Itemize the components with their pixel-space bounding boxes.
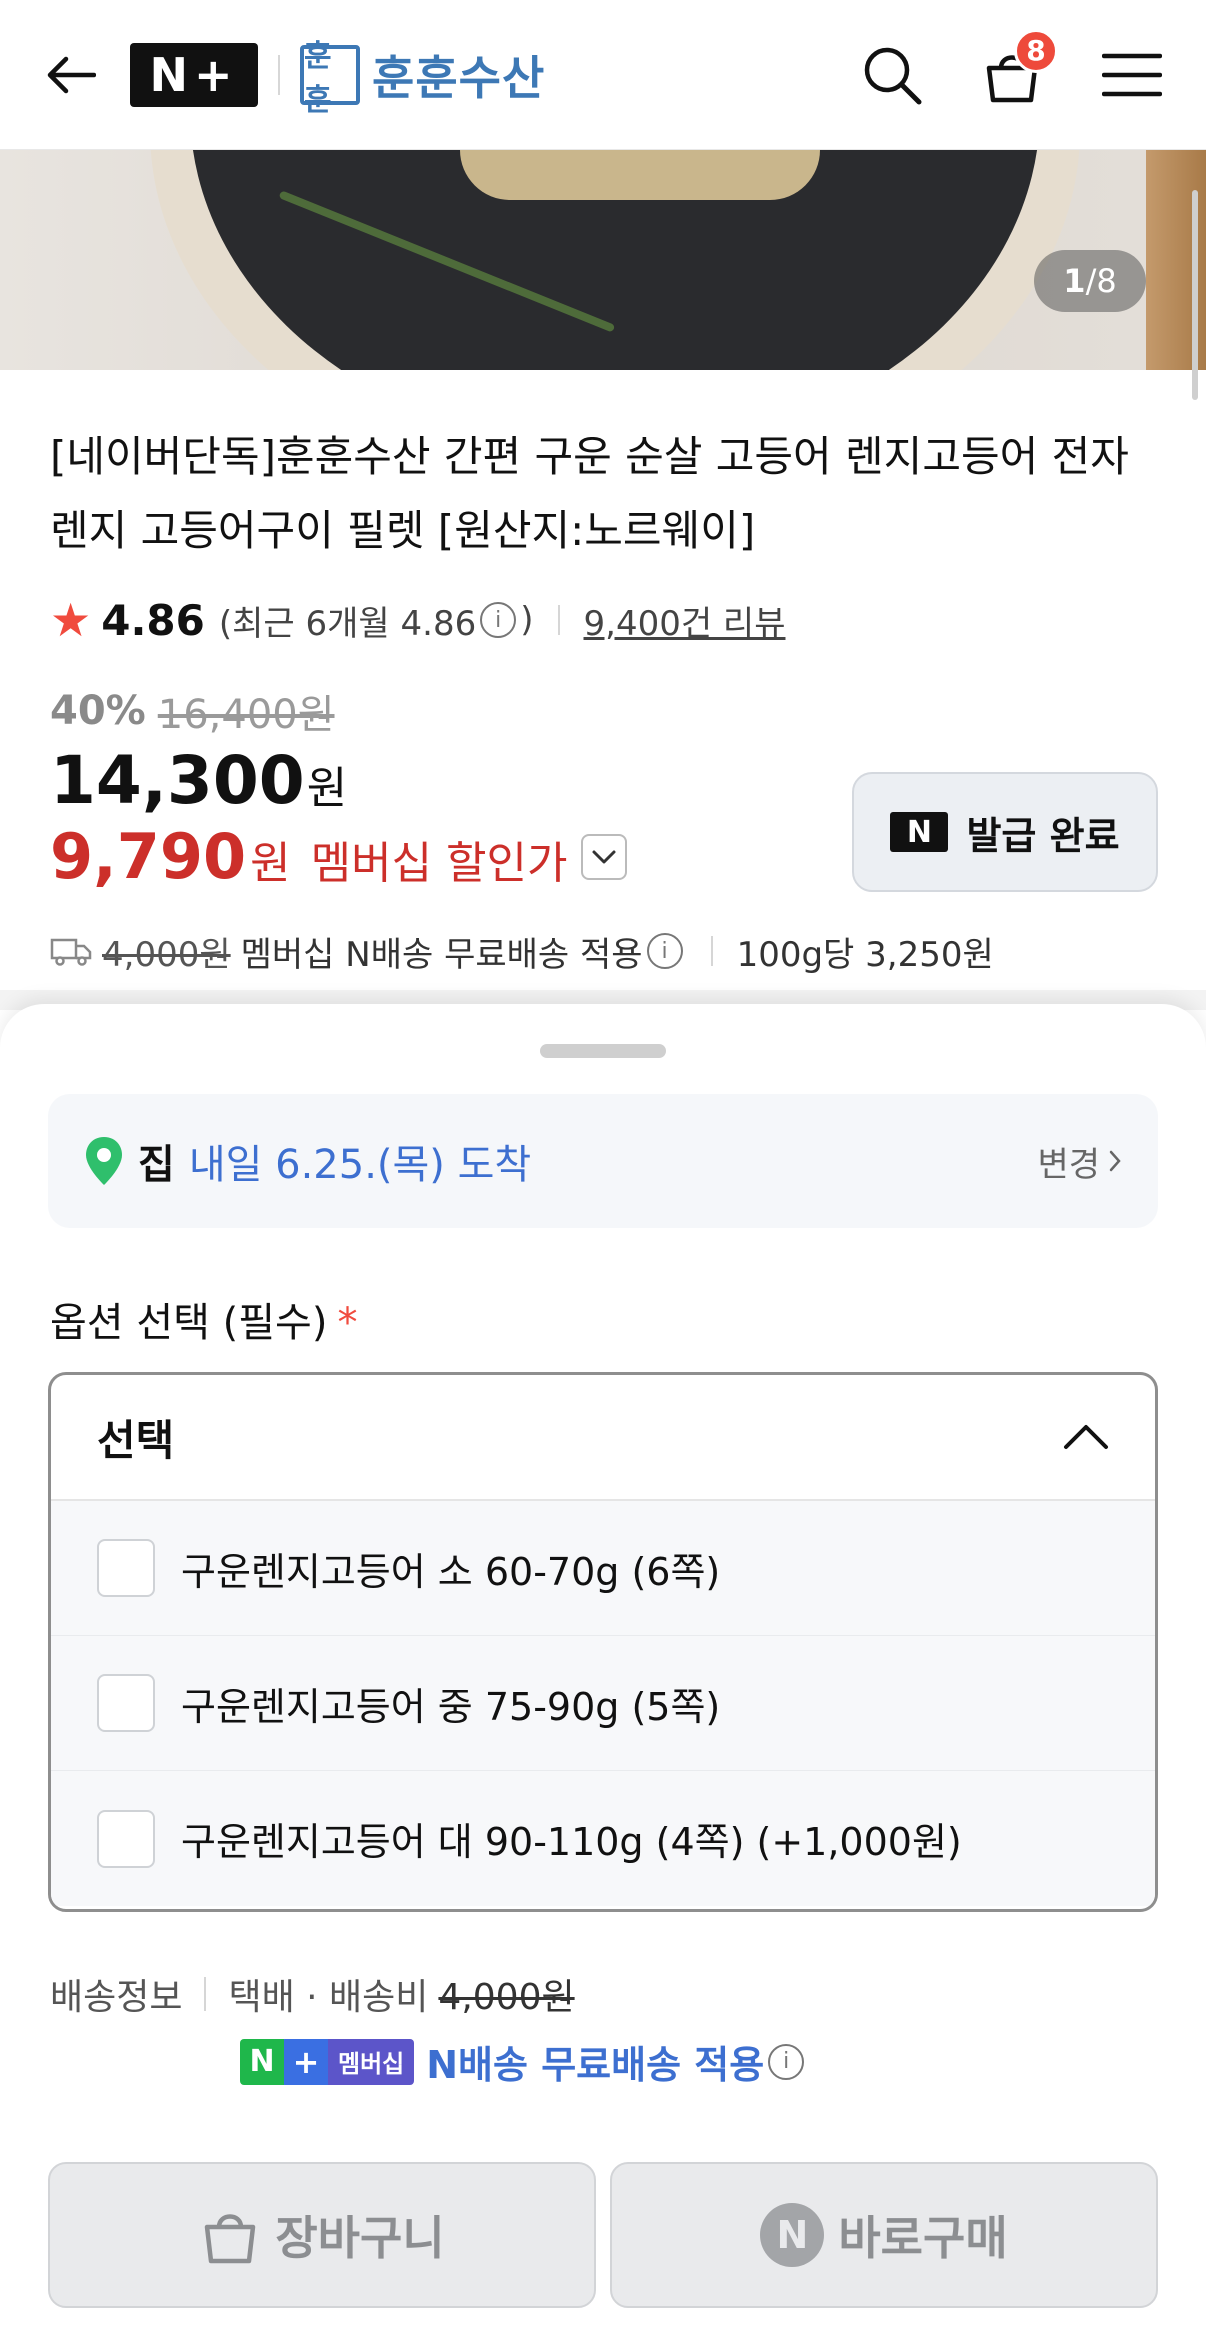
add-to-cart-label: 장바구니 xyxy=(275,2211,445,2265)
option-checkbox[interactable] xyxy=(97,1809,155,1868)
coupon-button-label: 발급 완료 xyxy=(966,813,1120,858)
hamburger-menu-icon xyxy=(1102,53,1162,96)
option-label-text: 옵션 선택 (필수) xyxy=(50,1300,328,1346)
member-price-expand-button[interactable] xyxy=(581,833,628,880)
shipping-summary: 4,000원 멤버십 N배송 무료배송 적용 i 100g당 3,250원 xyxy=(50,920,994,982)
product-image-carousel[interactable]: 1 /8 xyxy=(0,150,1206,370)
recent-rating: (최근 6개월 4.86 xyxy=(218,603,477,644)
arrow-left-icon xyxy=(47,56,96,93)
brand-logo: 훈훈 xyxy=(300,39,360,118)
delivery-address-name: 집 xyxy=(138,1142,175,1188)
shipping-fee-strike: 4,000원 xyxy=(102,934,231,975)
brand-name: 훈훈수산 xyxy=(372,50,546,105)
info-icon[interactable]: i xyxy=(480,602,517,638)
option-section-label: 옵션 선택 (필수) * xyxy=(50,1290,357,1348)
shopping-bag-icon xyxy=(205,2214,256,2264)
sheet-drag-handle[interactable] xyxy=(540,1044,666,1058)
purchase-actions: 장바구니 N 바로구매 xyxy=(48,2162,1158,2308)
option-list: 구운렌지고등어 소 60-70g (6쪽) 구운렌지고등어 중 75-90g (… xyxy=(51,1501,1155,1906)
top-header: N+ 훈훈 훈훈수산 8 xyxy=(0,0,1206,150)
shipping-fee-original: 4,000원 xyxy=(438,1977,575,2018)
unit-price: 100g당 3,250원 xyxy=(736,934,994,975)
shipping-info-row: 배송정보 택배 · 배송비 4,000원 xyxy=(50,1968,575,2020)
search-icon xyxy=(864,47,922,104)
review-link[interactable]: 9,400건 리뷰 xyxy=(584,596,786,645)
nplus-logo[interactable]: N+ xyxy=(130,42,258,107)
rating-divider xyxy=(557,605,560,635)
option-select-value: 선택 xyxy=(97,1415,175,1465)
buy-now-button[interactable]: N 바로구매 xyxy=(610,2162,1158,2308)
required-mark: * xyxy=(337,1300,358,1346)
sale-price-unit: 원 xyxy=(306,763,348,814)
buy-now-label: 바로구매 xyxy=(838,2211,1008,2265)
recent-rating-close: ) xyxy=(520,600,534,640)
info-icon[interactable]: i xyxy=(768,2043,805,2080)
discount-row: 40% 16,400원 xyxy=(50,682,335,740)
shipping-free-text: 멤버십 N배송 무료배송 적용 xyxy=(240,934,643,975)
cart-count-badge: 8 xyxy=(1014,28,1058,73)
delivery-change-label: 변경 xyxy=(1037,1144,1100,1185)
truck-icon xyxy=(50,938,92,966)
menu-button[interactable] xyxy=(1100,43,1164,107)
option-item-medium[interactable]: 구운렌지고등어 중 75-90g (5쪽) xyxy=(51,1636,1155,1771)
star-icon: ★ xyxy=(50,593,92,647)
cart-button[interactable]: 8 xyxy=(980,28,1058,107)
back-button[interactable] xyxy=(42,47,98,103)
member-price-value: 9,790 xyxy=(50,820,247,893)
fish-graphic xyxy=(460,150,820,200)
add-to-cart-button[interactable]: 장바구니 xyxy=(48,2162,596,2308)
page-scrollbar[interactable] xyxy=(1192,190,1198,400)
sale-price-value: 14,300 xyxy=(50,742,305,819)
option-checkbox[interactable] xyxy=(97,1674,155,1732)
nplus-free-shipping: N + 멤버십 N배송 무료배송 적용 i xyxy=(240,2034,808,2089)
brand-store-link[interactable]: 훈훈 훈훈수산 xyxy=(300,39,546,118)
shipping-info-label: 배송정보 xyxy=(50,1977,183,2018)
coupon-issued-button[interactable]: N 발급 완료 xyxy=(852,772,1158,892)
shipping-info-divider xyxy=(204,1977,207,2011)
delivery-date: 내일 6.25.(목) 도착 xyxy=(188,1142,532,1188)
member-price: 9,790 원 멤버십 할인가 xyxy=(50,820,628,893)
np-tag-member: 멤버십 xyxy=(328,2038,415,2085)
delivery-estimate: 집 내일 6.25.(목) 도착 변경 xyxy=(48,1094,1158,1228)
option-item-small[interactable]: 구운렌지고등어 소 60-70g (6쪽) xyxy=(51,1501,1155,1636)
nplus-membership-badge: N + 멤버십 xyxy=(240,2038,415,2085)
image-counter: 1 /8 xyxy=(1034,250,1146,312)
member-price-label: 멤버십 할인가 xyxy=(310,838,568,889)
sale-price: 14,300 원 xyxy=(50,742,347,819)
delivery-change-button[interactable]: 변경 xyxy=(1037,1137,1122,1186)
shipping-divider xyxy=(710,936,713,966)
member-price-unit: 원 xyxy=(250,838,291,889)
info-icon[interactable]: i xyxy=(646,933,683,969)
naver-n-icon: N xyxy=(890,812,949,852)
image-counter-total: /8 xyxy=(1085,262,1117,300)
rating-row: ★ 4.86 (최근 6개월 4.86 i ) 9,400건 리뷰 xyxy=(50,590,785,650)
option-item-large[interactable]: 구운렌지고등어 대 90-110g (4쪽) (+1,000원) xyxy=(51,1771,1155,1906)
option-select-header[interactable]: 선택 xyxy=(51,1375,1155,1501)
image-counter-current: 1 xyxy=(1063,262,1086,300)
np-tag-plus: + xyxy=(284,2038,328,2085)
option-select[interactable]: 선택 구운렌지고등어 소 60-70g (6쪽) 구운렌지고등어 중 75-90… xyxy=(48,1372,1158,1912)
option-checkbox[interactable] xyxy=(97,1539,155,1597)
shipping-method: 택배 · 배송비 xyxy=(228,1977,429,2018)
option-bottom-sheet: 집 내일 6.25.(목) 도착 변경 옵션 선택 (필수) * 선택 구운렌지고… xyxy=(0,1004,1206,2334)
rating-score: 4.86 xyxy=(101,595,205,645)
naver-pay-icon: N xyxy=(760,2203,825,2267)
discount-percent: 40% xyxy=(50,688,146,734)
chevron-right-icon xyxy=(1109,1150,1121,1172)
option-label: 구운렌지고등어 대 90-110g (4쪽) (+1,000원) xyxy=(181,1820,962,1864)
chevron-down-icon xyxy=(592,850,616,863)
nplus-free-shipping-text: N배송 무료배송 적용 xyxy=(426,2043,765,2087)
option-label: 구운렌지고등어 소 60-70g (6쪽) xyxy=(181,1549,721,1594)
np-tag-n: N xyxy=(240,2038,284,2085)
original-price: 16,400원 xyxy=(157,692,335,738)
product-title: [네이버단독]훈훈수산 간편 구운 순살 고등어 렌지고등어 전자렌지 고등어구… xyxy=(50,432,1129,555)
option-label: 구운렌지고등어 중 75-90g (5쪽) xyxy=(181,1684,721,1729)
location-pin-icon xyxy=(86,1137,122,1185)
header-divider xyxy=(278,54,280,95)
search-button[interactable] xyxy=(860,43,924,107)
chevron-up-icon xyxy=(1064,1425,1108,1449)
